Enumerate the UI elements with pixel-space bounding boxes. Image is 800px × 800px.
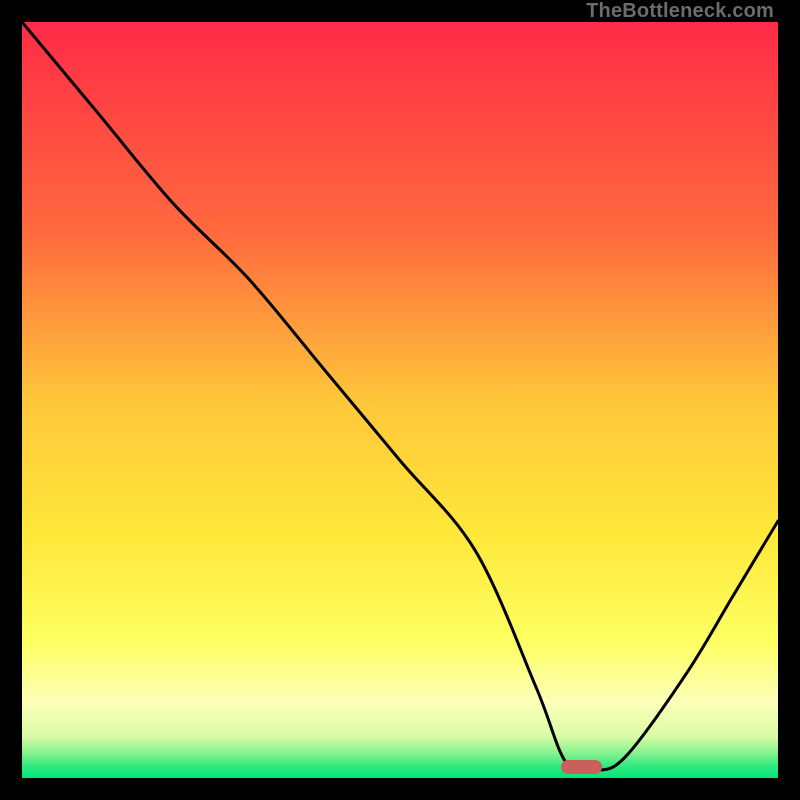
optimal-marker <box>561 760 603 774</box>
bottleneck-chart <box>22 22 778 778</box>
watermark-text: TheBottleneck.com <box>586 0 774 23</box>
gradient-background <box>22 22 778 778</box>
